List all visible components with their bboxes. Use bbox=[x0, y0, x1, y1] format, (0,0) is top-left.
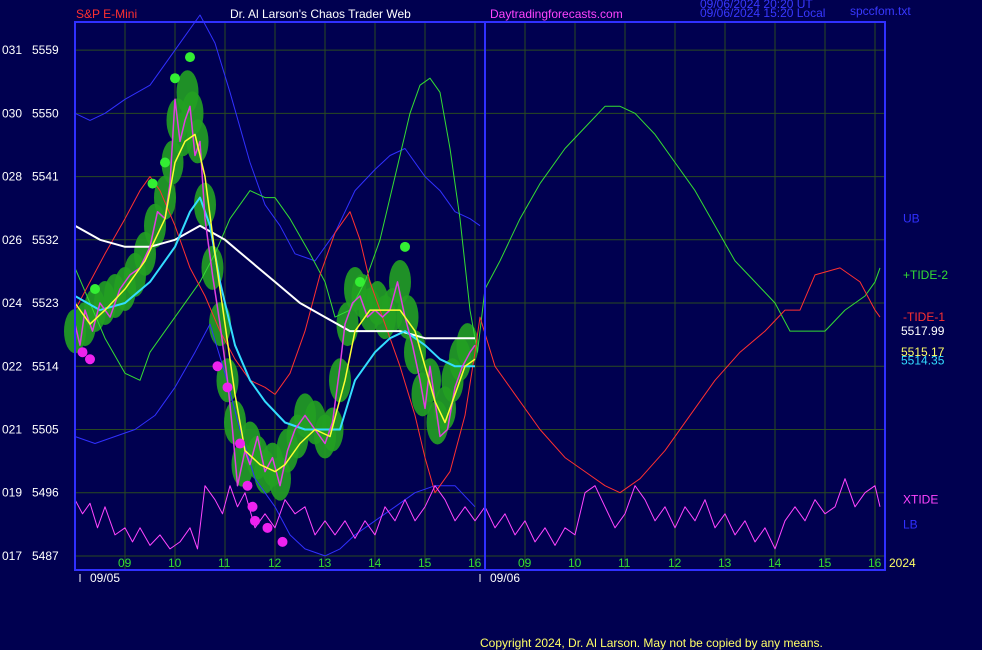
date-label-0: 09/05 bbox=[90, 571, 120, 585]
year-label: 2024 bbox=[889, 556, 916, 570]
right-label-7: LB bbox=[903, 517, 918, 531]
y-tick-left-5: 022 bbox=[2, 359, 22, 373]
chart-background bbox=[0, 0, 982, 650]
y-tick-left-6: 021 bbox=[2, 422, 22, 436]
magenta-dot-2 bbox=[212, 361, 223, 372]
highlight-blob-15 bbox=[186, 119, 209, 164]
x-tick-label-2: 11 bbox=[218, 556, 231, 570]
magenta-dot-4 bbox=[235, 438, 245, 449]
y-tick-right-4: 5523 bbox=[32, 296, 59, 310]
x-tick-label-5: 14 bbox=[368, 556, 382, 570]
y-tick-right-6: 5505 bbox=[32, 422, 59, 436]
magenta-dot-8 bbox=[262, 522, 273, 533]
y-tick-left-8: 017 bbox=[2, 549, 22, 563]
symbol-title: S&P E-Mini bbox=[76, 7, 137, 21]
right-label-2: -TIDE-1 bbox=[903, 310, 945, 324]
magenta-dot-3 bbox=[222, 382, 233, 393]
green-dot-1 bbox=[170, 73, 180, 84]
y-tick-right-0: 5559 bbox=[32, 43, 59, 57]
x-tick-label-4: 13 bbox=[318, 556, 332, 570]
y-tick-right-1: 5550 bbox=[32, 106, 59, 120]
magenta-dot-0 bbox=[77, 347, 88, 358]
chart: 031 5559 030 5550 028 5541 026 5532 024 5523 022 55… bbox=[0, 0, 982, 650]
y-tick-left-2: 028 bbox=[2, 170, 22, 184]
green-dot-2 bbox=[160, 157, 170, 168]
site-title: Dr. Al Larson's Chaos Trader Web bbox=[230, 7, 411, 21]
magenta-dot-6 bbox=[247, 501, 258, 512]
data-file-name: spccfom.txt bbox=[850, 4, 911, 18]
y-tick-left-3: 026 bbox=[2, 233, 22, 247]
magenta-dot-9 bbox=[277, 536, 288, 547]
green-dot-6 bbox=[90, 283, 100, 294]
green-dot-5 bbox=[400, 241, 410, 252]
right-label-3: 5517.99 bbox=[901, 324, 945, 338]
y-tick-left-1: 030 bbox=[2, 106, 22, 120]
right-label-1: +TIDE-2 bbox=[903, 268, 948, 282]
x-tick-label-13: 14 bbox=[768, 556, 782, 570]
y-tick-right-5: 5514 bbox=[32, 359, 59, 373]
y-tick-left-0: 031 bbox=[2, 43, 22, 57]
green-dot-3 bbox=[147, 178, 158, 189]
highlight-blob-50 bbox=[456, 323, 479, 368]
y-tick-right-3: 5532 bbox=[32, 233, 59, 247]
x-tick-label-14: 15 bbox=[818, 556, 832, 570]
y-tick-right-2: 5541 bbox=[32, 170, 59, 184]
right-label-6: XTIDE bbox=[903, 493, 938, 507]
green-dot-4 bbox=[355, 276, 365, 287]
timestamp-local: 09/06/2024 15:20 Local bbox=[700, 6, 825, 20]
x-tick-label-9: 10 bbox=[568, 556, 582, 570]
x-tick-label-6: 15 bbox=[418, 556, 432, 570]
y-tick-right-8: 5487 bbox=[32, 549, 59, 563]
x-tick-label-11: 12 bbox=[668, 556, 682, 570]
green-dot-0 bbox=[185, 52, 195, 63]
x-tick-label-12: 13 bbox=[718, 556, 732, 570]
y-tick-left-4: 024 bbox=[2, 296, 22, 310]
x-tick-label-3: 12 bbox=[268, 556, 282, 570]
magenta-dot-7 bbox=[250, 515, 260, 526]
site-url[interactable]: Daytradingforecasts.com bbox=[490, 7, 623, 21]
x-tick-label-0: 09 bbox=[118, 556, 132, 570]
y-tick-right-7: 5496 bbox=[32, 486, 59, 500]
x-tick-label-1: 10 bbox=[168, 556, 182, 570]
x-tick-label-7: 16 bbox=[468, 556, 482, 570]
y-tick-left-7: 019 bbox=[2, 486, 22, 500]
right-label-0: UB bbox=[903, 212, 920, 226]
copyright-notice: Copyright 2024, Dr. Al Larson. May not b… bbox=[480, 636, 823, 650]
date-label-1: 09/06 bbox=[490, 571, 520, 585]
magenta-dot-1 bbox=[85, 354, 95, 365]
x-tick-label-8: 09 bbox=[518, 556, 532, 570]
right-label-5: 5514.35 bbox=[901, 354, 945, 368]
magenta-dot-5 bbox=[242, 480, 253, 491]
x-tick-label-15: 16 bbox=[868, 556, 882, 570]
x-tick-label-10: 11 bbox=[618, 556, 631, 570]
